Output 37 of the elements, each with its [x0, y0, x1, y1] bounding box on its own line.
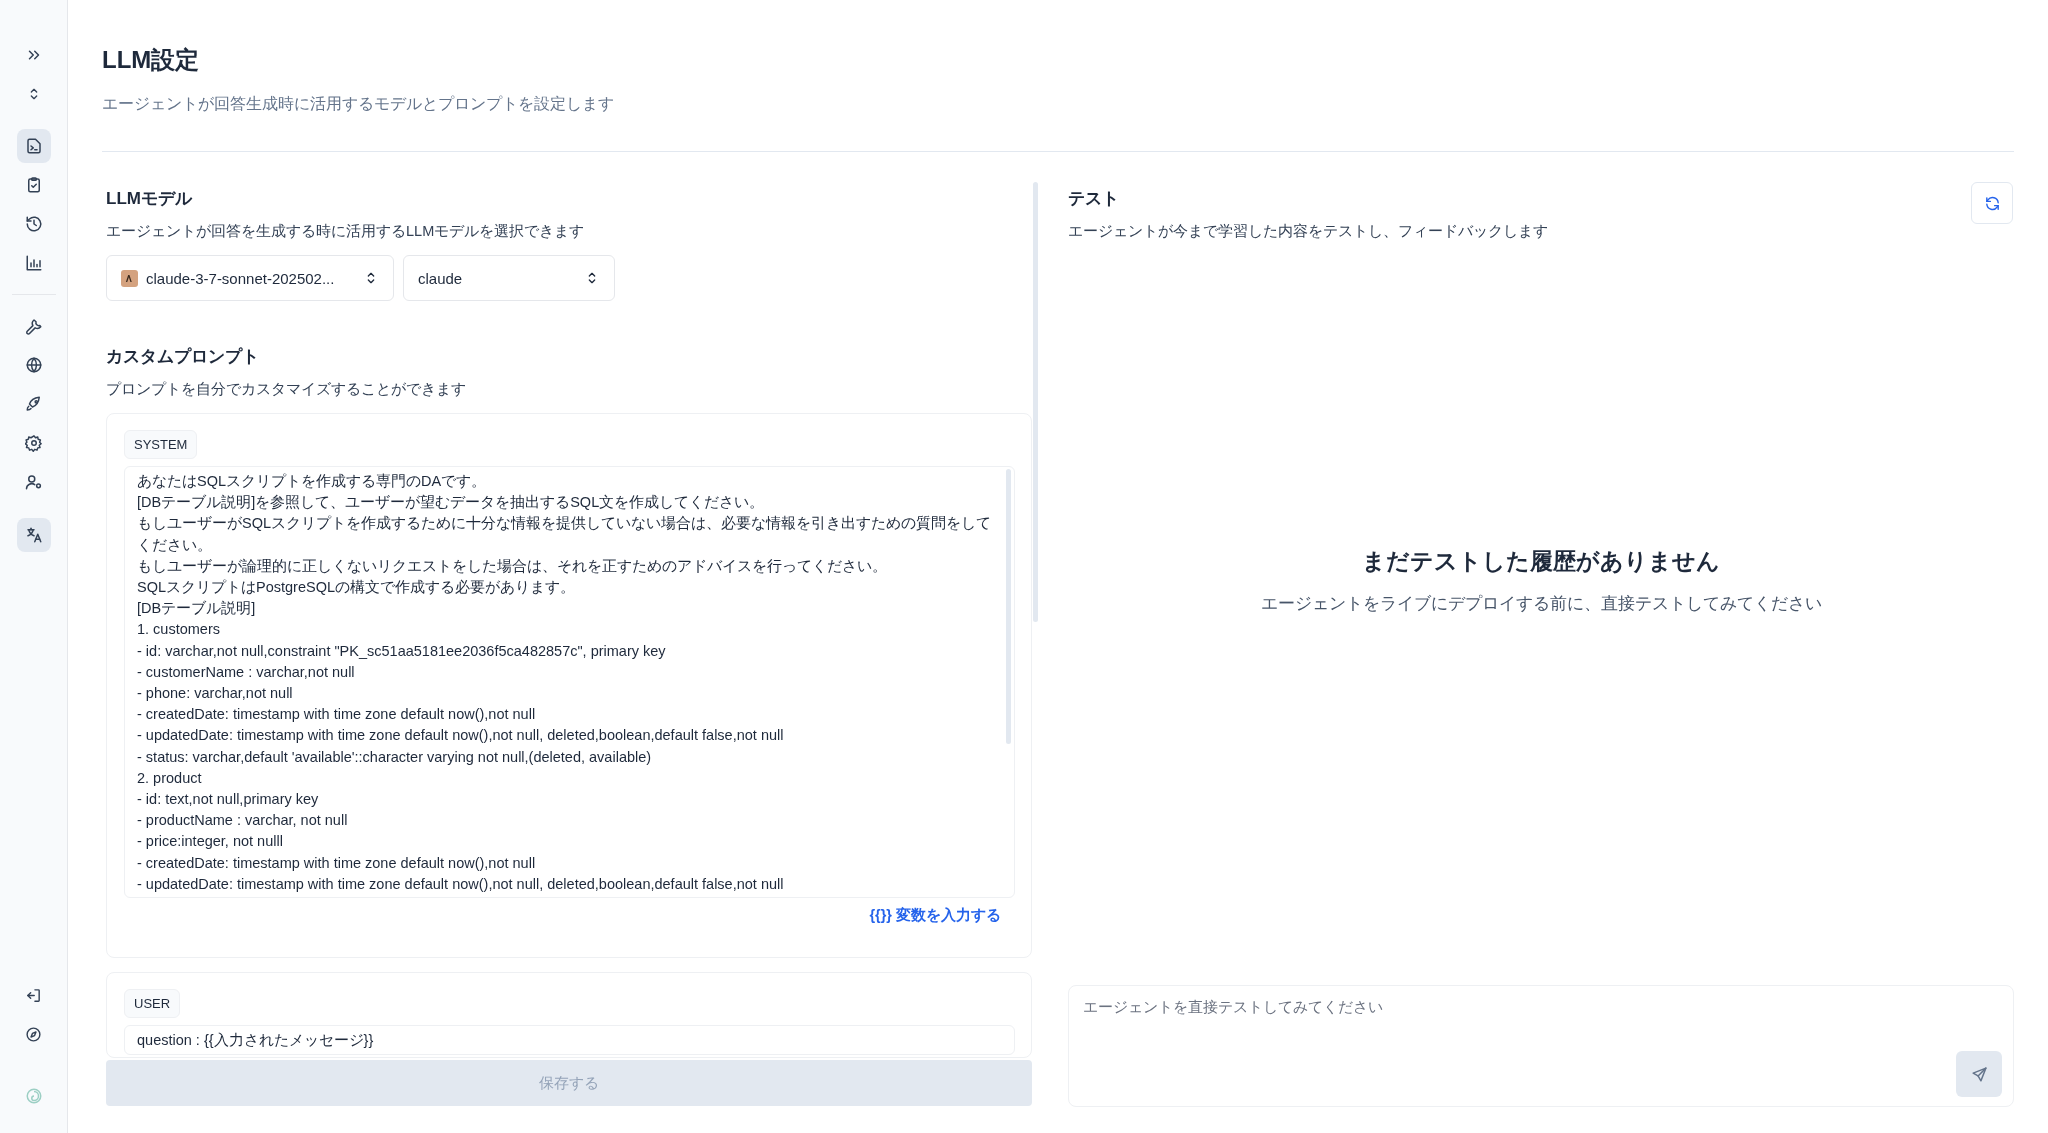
send-button[interactable]	[1956, 1051, 2002, 1097]
globe-icon	[24, 356, 43, 374]
file-code-icon	[24, 137, 43, 155]
send-icon	[1970, 1065, 1988, 1083]
history-icon	[24, 215, 43, 233]
insert-variable-link[interactable]: {{}} 変数を入力する	[869, 906, 1001, 925]
empty-state-description: エージェントをライブにデプロイする前に、直接テストしてみてください	[1260, 592, 1822, 614]
compass-icon	[25, 1025, 42, 1043]
page-subtitle: エージェントが回答生成時に活用するモデルとプロンプトを設定します	[102, 94, 615, 114]
bar-chart-icon	[24, 254, 43, 272]
gear-icon	[24, 434, 43, 452]
role-tag: SYSTEM	[124, 430, 198, 459]
empty-state-title: まだテストした履歴がありません	[1362, 546, 1720, 576]
provider-select[interactable]: claude	[403, 255, 615, 301]
user-gear-icon	[24, 473, 43, 491]
section-title: テスト	[1068, 188, 1120, 210]
model-logo-icon	[121, 269, 138, 287]
swirl-logo-icon	[24, 1087, 43, 1105]
section-description: プロンプトを自分でカスタマイズすることができます	[106, 380, 467, 399]
sidebar-item[interactable]	[16, 129, 51, 163]
translate-icon	[24, 526, 43, 544]
language-button[interactable]	[16, 518, 51, 552]
refresh-icon	[1983, 194, 2001, 212]
prompt-field[interactable]: あなたはSQLスクリプトを作成する専門のDAです。 [DBテーブル説明]を参照して、ユーザーが望むデータを抽出するSQL文を作成してください。 もしユーザーがSQLスクリプトを作成するために十分な情報を提供していない場合は、必要な情報を引き出すための質問をしてください。 もしユーザーが論理的に正しくないリクエストをした場合は、それを正すためのアドバイスを行ってください。 SQLスクリプトはPostgreSQLの構文で作成する必要があります。 [DBテーブル説明] 1. customers - id: varchar,not null,constraint "PK_sc51aa5181ee2036f5ca482857c", primary key - customerName : varchar,not null - phone: varchar,not null - createdDate: timestamp with time zone default now(),not null - updatedDate: timestamp with time zone default now(),not null, deleted,boolean,default false,not null - status: varchar,default 'available'::character varying not null,(deleted, available) 2. product - id: text,not null,primary key - productName : varchar, not null - price:integer, not nulll - createdDate: timestamp with time zone default now(),not null - updatedDate: timestamp with time zone default now(),not null, deleted,boolean,default false,not null	[124, 466, 1015, 898]
section-description: エージェントが今まで学習した内容をテストし、フィードバックします	[1068, 222, 1548, 241]
wrench-icon	[24, 317, 43, 335]
model-select[interactable]: claude-3-7-sonnet-202502...	[106, 255, 394, 301]
test-input-field[interactable]: エージェントを直接テストしてみてください	[1068, 985, 2014, 1107]
section-title: カスタムプロンプト	[106, 346, 260, 368]
page-title: LLM設定	[102, 45, 201, 75]
refresh-button[interactable]	[1971, 182, 2013, 224]
exit-icon	[25, 986, 42, 1004]
rocket-icon	[24, 395, 43, 413]
section-description: エージェントが回答を生成する時に活用するLLMモデルを選択できます	[106, 222, 586, 241]
section-title: LLMモデル	[106, 188, 194, 210]
role-tag: USER	[124, 989, 181, 1018]
prompt-field[interactable]: question : {{入力されたメッセージ}}	[124, 1025, 1015, 1055]
